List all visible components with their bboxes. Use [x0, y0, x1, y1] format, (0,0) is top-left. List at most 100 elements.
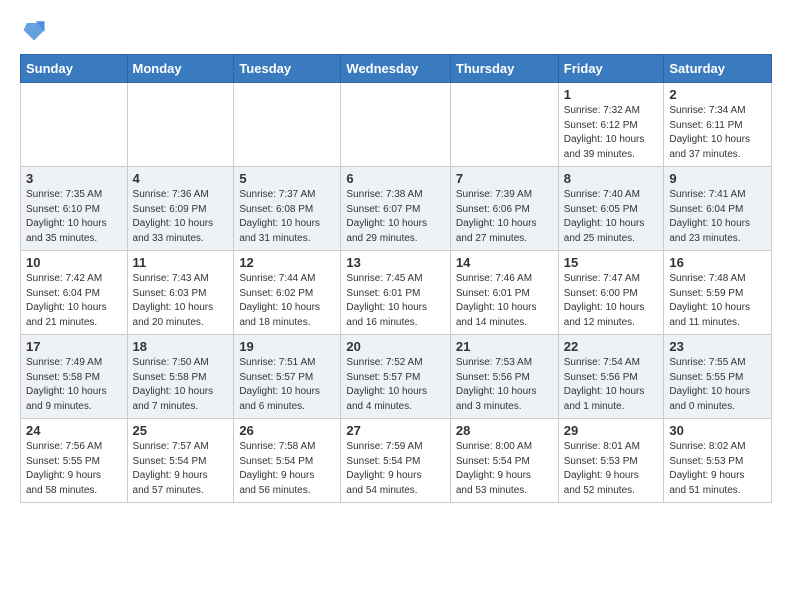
day-info: Sunrise: 7:48 AM Sunset: 5:59 PM Dayligh… [669, 272, 766, 330]
day-number: 28 [456, 423, 553, 438]
day-info: Sunrise: 7:50 AM Sunset: 5:58 PM Dayligh… [133, 356, 229, 414]
calendar-cell: 3 Sunrise: 7:35 AM Sunset: 6:10 PM Daylig… [21, 167, 128, 251]
day-info: Sunrise: 7:32 AM Sunset: 6:12 PM Dayligh… [564, 104, 659, 162]
day-info: Sunrise: 8:00 AM Sunset: 5:54 PM Dayligh… [456, 440, 553, 498]
day-number: 18 [133, 339, 229, 354]
day-info: Sunrise: 7:46 AM Sunset: 6:01 PM Dayligh… [456, 272, 553, 330]
day-number: 21 [456, 339, 553, 354]
calendar-cell: 20 Sunrise: 7:52 AM Sunset: 5:57 PM Dayli… [341, 335, 450, 419]
calendar-cell: 24 Sunrise: 7:56 AM Sunset: 5:55 PM Dayli… [21, 419, 128, 503]
day-info: Sunrise: 7:36 AM Sunset: 6:09 PM Dayligh… [133, 188, 229, 246]
day-number: 15 [564, 255, 659, 270]
day-info: Sunrise: 7:53 AM Sunset: 5:56 PM Dayligh… [456, 356, 553, 414]
day-number: 24 [26, 423, 122, 438]
day-info: Sunrise: 7:54 AM Sunset: 5:56 PM Dayligh… [564, 356, 659, 414]
day-number: 23 [669, 339, 766, 354]
day-number: 1 [564, 87, 659, 102]
day-info: Sunrise: 7:39 AM Sunset: 6:06 PM Dayligh… [456, 188, 553, 246]
day-info: Sunrise: 8:02 AM Sunset: 5:53 PM Dayligh… [669, 440, 766, 498]
calendar-cell: 5 Sunrise: 7:37 AM Sunset: 6:08 PM Daylig… [234, 167, 341, 251]
day-info: Sunrise: 7:35 AM Sunset: 6:10 PM Dayligh… [26, 188, 122, 246]
calendar-cell: 16 Sunrise: 7:48 AM Sunset: 5:59 PM Dayli… [664, 251, 772, 335]
weekday-header: Wednesday [341, 55, 450, 83]
day-info: Sunrise: 7:41 AM Sunset: 6:04 PM Dayligh… [669, 188, 766, 246]
logo-icon [20, 16, 48, 44]
day-info: Sunrise: 7:49 AM Sunset: 5:58 PM Dayligh… [26, 356, 122, 414]
day-info: Sunrise: 7:44 AM Sunset: 6:02 PM Dayligh… [239, 272, 335, 330]
day-info: Sunrise: 7:42 AM Sunset: 6:04 PM Dayligh… [26, 272, 122, 330]
calendar-cell [450, 83, 558, 167]
calendar-cell: 25 Sunrise: 7:57 AM Sunset: 5:54 PM Dayli… [127, 419, 234, 503]
calendar-cell: 2 Sunrise: 7:34 AM Sunset: 6:11 PM Daylig… [664, 83, 772, 167]
calendar-cell: 8Sunrise: 7:40 AM Sunset: 6:05 PM Daylig… [558, 167, 664, 251]
day-info: Sunrise: 7:52 AM Sunset: 5:57 PM Dayligh… [346, 356, 444, 414]
calendar-header-row: SundayMondayTuesdayWednesdayThursdayFrid… [21, 55, 772, 83]
header [20, 16, 772, 44]
day-number: 25 [133, 423, 229, 438]
day-info: Sunrise: 7:45 AM Sunset: 6:01 PM Dayligh… [346, 272, 444, 330]
calendar-week-row: 3 Sunrise: 7:35 AM Sunset: 6:10 PM Daylig… [21, 167, 772, 251]
day-number: 11 [133, 255, 229, 270]
day-number: 20 [346, 339, 444, 354]
calendar-cell: 22 Sunrise: 7:54 AM Sunset: 5:56 PM Dayli… [558, 335, 664, 419]
weekday-header: Saturday [664, 55, 772, 83]
calendar-cell: 18 Sunrise: 7:50 AM Sunset: 5:58 PM Dayli… [127, 335, 234, 419]
weekday-header: Sunday [21, 55, 128, 83]
day-number: 26 [239, 423, 335, 438]
day-number: 7 [456, 171, 553, 186]
calendar-cell: 4Sunrise: 7:36 AM Sunset: 6:09 PM Daylig… [127, 167, 234, 251]
calendar-cell: 19Sunrise: 7:51 AM Sunset: 5:57 PM Dayli… [234, 335, 341, 419]
day-number: 17 [26, 339, 122, 354]
day-number: 6 [346, 171, 444, 186]
day-info: Sunrise: 7:47 AM Sunset: 6:00 PM Dayligh… [564, 272, 659, 330]
calendar-cell: 28 Sunrise: 8:00 AM Sunset: 5:54 PM Dayli… [450, 419, 558, 503]
day-info: Sunrise: 7:43 AM Sunset: 6:03 PM Dayligh… [133, 272, 229, 330]
calendar-week-row: 10Sunrise: 7:42 AM Sunset: 6:04 PM Dayli… [21, 251, 772, 335]
calendar-week-row: 24 Sunrise: 7:56 AM Sunset: 5:55 PM Dayli… [21, 419, 772, 503]
day-info: Sunrise: 7:55 AM Sunset: 5:55 PM Dayligh… [669, 356, 766, 414]
weekday-header: Tuesday [234, 55, 341, 83]
day-number: 16 [669, 255, 766, 270]
day-number: 27 [346, 423, 444, 438]
day-number: 14 [456, 255, 553, 270]
calendar-cell: 26Sunrise: 7:58 AM Sunset: 5:54 PM Dayli… [234, 419, 341, 503]
calendar-cell: 1 Sunrise: 7:32 AM Sunset: 6:12 PM Daylig… [558, 83, 664, 167]
day-info: Sunrise: 8:01 AM Sunset: 5:53 PM Dayligh… [564, 440, 659, 498]
calendar-cell: 12Sunrise: 7:44 AM Sunset: 6:02 PM Dayli… [234, 251, 341, 335]
calendar-week-row: 1 Sunrise: 7:32 AM Sunset: 6:12 PM Daylig… [21, 83, 772, 167]
day-number: 2 [669, 87, 766, 102]
calendar-cell [127, 83, 234, 167]
day-info: Sunrise: 7:38 AM Sunset: 6:07 PM Dayligh… [346, 188, 444, 246]
calendar-cell: 23 Sunrise: 7:55 AM Sunset: 5:55 PM Dayli… [664, 335, 772, 419]
day-info: Sunrise: 7:57 AM Sunset: 5:54 PM Dayligh… [133, 440, 229, 498]
calendar-table: SundayMondayTuesdayWednesdayThursdayFrid… [20, 54, 772, 503]
calendar-week-row: 17 Sunrise: 7:49 AM Sunset: 5:58 PM Dayli… [21, 335, 772, 419]
weekday-header: Thursday [450, 55, 558, 83]
day-number: 3 [26, 171, 122, 186]
calendar-cell: 15 Sunrise: 7:47 AM Sunset: 6:00 PM Dayli… [558, 251, 664, 335]
calendar-cell: 10Sunrise: 7:42 AM Sunset: 6:04 PM Dayli… [21, 251, 128, 335]
calendar-cell: 9Sunrise: 7:41 AM Sunset: 6:04 PM Daylig… [664, 167, 772, 251]
calendar-cell: 14 Sunrise: 7:46 AM Sunset: 6:01 PM Dayli… [450, 251, 558, 335]
day-info: Sunrise: 7:56 AM Sunset: 5:55 PM Dayligh… [26, 440, 122, 498]
day-number: 22 [564, 339, 659, 354]
page: SundayMondayTuesdayWednesdayThursdayFrid… [0, 0, 792, 519]
day-info: Sunrise: 7:59 AM Sunset: 5:54 PM Dayligh… [346, 440, 444, 498]
calendar-cell: 17 Sunrise: 7:49 AM Sunset: 5:58 PM Dayli… [21, 335, 128, 419]
weekday-header: Friday [558, 55, 664, 83]
calendar-cell: 6 Sunrise: 7:38 AM Sunset: 6:07 PM Daylig… [341, 167, 450, 251]
day-number: 8 [564, 171, 659, 186]
calendar-cell [234, 83, 341, 167]
day-number: 5 [239, 171, 335, 186]
day-number: 19 [239, 339, 335, 354]
calendar-cell: 29 Sunrise: 8:01 AM Sunset: 5:53 PM Dayli… [558, 419, 664, 503]
calendar-cell: 27 Sunrise: 7:59 AM Sunset: 5:54 PM Dayli… [341, 419, 450, 503]
calendar-cell: 13 Sunrise: 7:45 AM Sunset: 6:01 PM Dayli… [341, 251, 450, 335]
day-number: 13 [346, 255, 444, 270]
day-info: Sunrise: 7:34 AM Sunset: 6:11 PM Dayligh… [669, 104, 766, 162]
calendar-cell [21, 83, 128, 167]
day-number: 29 [564, 423, 659, 438]
weekday-header: Monday [127, 55, 234, 83]
day-info: Sunrise: 7:37 AM Sunset: 6:08 PM Dayligh… [239, 188, 335, 246]
calendar-cell: 7 Sunrise: 7:39 AM Sunset: 6:06 PM Daylig… [450, 167, 558, 251]
